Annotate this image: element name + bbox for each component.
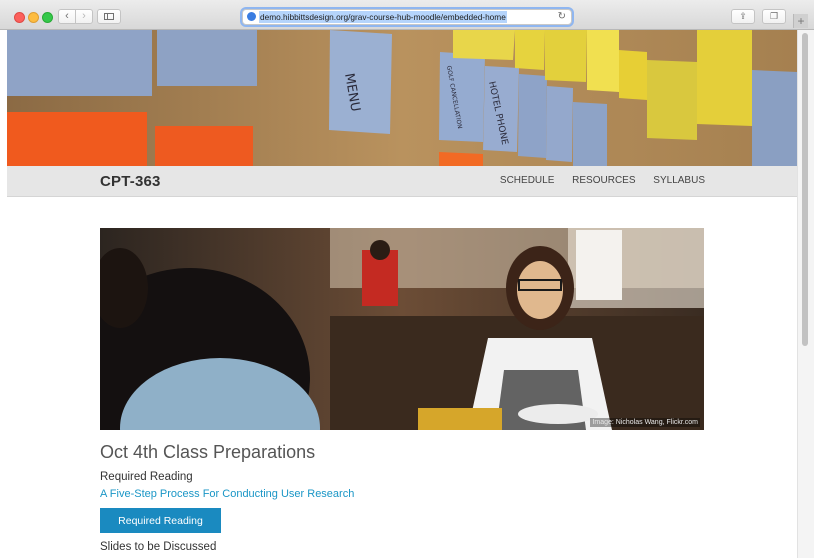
hero-banner-image: MENU HOTEL PHONE GOLF CANCELLATION xyxy=(7,30,797,166)
post-title: Oct 4th Class Preparations xyxy=(100,442,316,462)
menu-item-resources[interactable]: RESOURCES xyxy=(572,175,635,186)
share-button[interactable]: ⇪ xyxy=(731,9,755,24)
cafe-scene-illustration xyxy=(100,228,704,430)
slides-label: Slides to be Discussed xyxy=(100,541,217,553)
site-header: CPT-363 SCHEDULE RESOURCES SYLLABUS xyxy=(7,166,797,197)
show-tabs-button[interactable]: ❐ xyxy=(762,9,786,24)
minimize-window-button[interactable] xyxy=(28,12,39,23)
back-icon: ‹ xyxy=(65,10,69,22)
tabs-icon: ❐ xyxy=(769,11,779,21)
menu-item-syllabus[interactable]: SYLLABUS xyxy=(653,175,705,186)
browser-window: ‹ › demo.hibbittsdesign.org/grav-course-… xyxy=(0,0,814,558)
browser-toolbar: ‹ › demo.hibbittsdesign.org/grav-course-… xyxy=(0,0,814,30)
photo-credit: Image: Nicholas Wang, Flickr.com xyxy=(590,418,700,427)
forward-icon: › xyxy=(82,10,86,22)
required-reading-quiz-button[interactable]: Required Reading Quiz xyxy=(100,508,221,552)
sidebar-toggle-button[interactable] xyxy=(97,9,121,24)
sidebar-icon xyxy=(104,13,114,20)
menu-item-schedule[interactable]: SCHEDULE xyxy=(500,175,554,186)
maximize-window-button[interactable] xyxy=(42,12,53,23)
scrollbar-thumb[interactable] xyxy=(802,33,808,346)
globe-icon xyxy=(247,12,256,21)
site-title[interactable]: CPT-363 xyxy=(100,173,161,190)
main-menu: SCHEDULE RESOURCES SYLLABUS xyxy=(485,175,705,186)
required-reading-label: Required Reading xyxy=(100,471,193,483)
url-text[interactable]: demo.hibbittsdesign.org/grav-course-hub-… xyxy=(259,11,507,23)
new-tab-button[interactable]: + xyxy=(793,14,808,28)
reload-icon[interactable]: ↻ xyxy=(558,10,566,24)
back-button[interactable]: ‹ xyxy=(58,9,76,24)
forward-button[interactable]: › xyxy=(75,9,93,24)
share-icon: ⇪ xyxy=(739,11,747,21)
hero-illustration: MENU HOTEL PHONE GOLF CANCELLATION xyxy=(7,30,797,166)
feature-photo: Image: Nicholas Wang, Flickr.com xyxy=(100,228,704,430)
page-content: MENU HOTEL PHONE GOLF CANCELLATION CPT-3… xyxy=(7,30,797,558)
required-reading-link[interactable]: A Five-Step Process For Conducting User … xyxy=(100,488,354,500)
vertical-scrollbar[interactable] xyxy=(797,30,814,558)
address-bar[interactable]: demo.hibbittsdesign.org/grav-course-hub-… xyxy=(242,9,572,25)
close-window-button[interactable] xyxy=(14,12,25,23)
new-tab-icon: + xyxy=(797,14,805,28)
